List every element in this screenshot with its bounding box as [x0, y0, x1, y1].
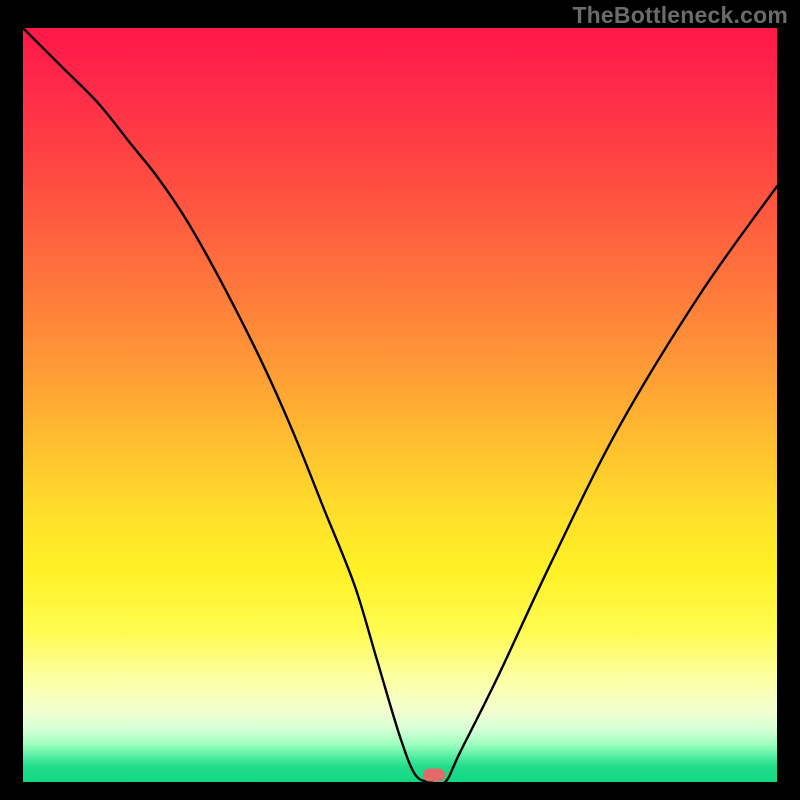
- bottleneck-curve: [23, 28, 777, 782]
- chart-frame: TheBottleneck.com: [0, 0, 800, 800]
- minimum-marker: [423, 769, 445, 782]
- watermark-label: TheBottleneck.com: [572, 2, 788, 29]
- plot-area: [23, 28, 777, 782]
